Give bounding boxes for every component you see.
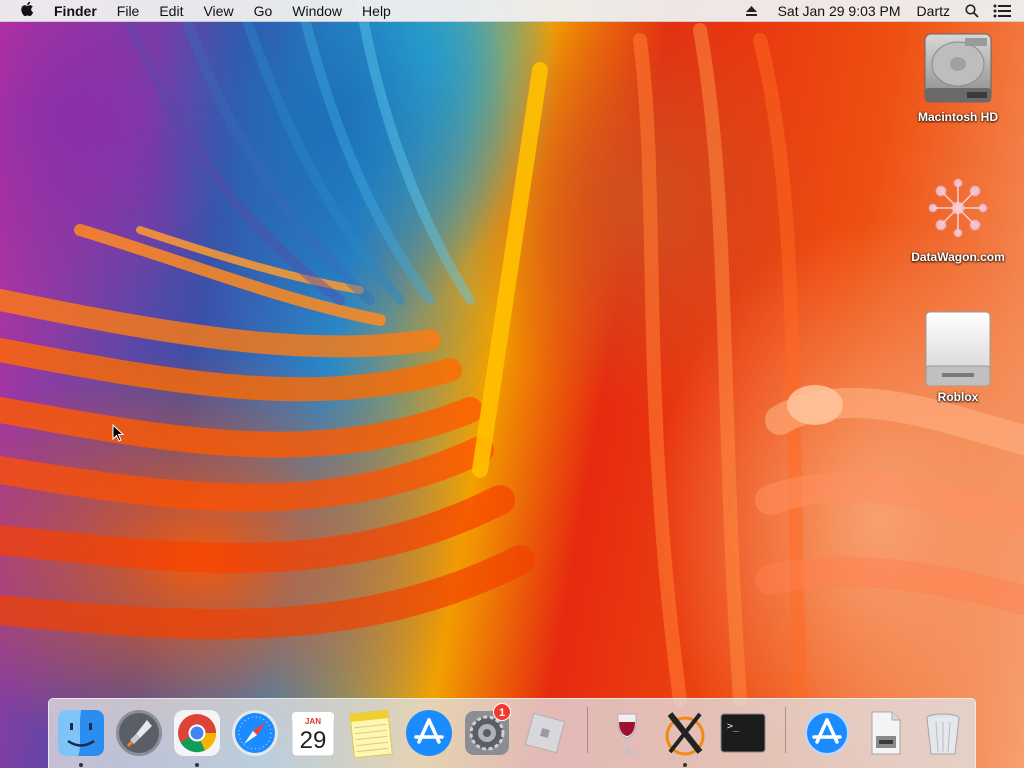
- mouse-cursor-icon: [112, 423, 125, 447]
- running-indicator: [195, 763, 199, 767]
- dock-app-launchpad[interactable]: [113, 707, 165, 759]
- dock-app-system-preferences[interactable]: 1: [461, 703, 513, 759]
- menu-window[interactable]: Window: [282, 0, 352, 22]
- dock-trash[interactable]: [917, 707, 969, 759]
- desktop-wallpaper: [0, 0, 1024, 768]
- dock-folder-applications[interactable]: [801, 707, 853, 759]
- removable-disk-icon: [920, 310, 996, 386]
- terminal-prompt: >_: [727, 721, 740, 732]
- notification-badge: 1: [493, 703, 511, 721]
- terminal-icon: [720, 713, 766, 753]
- menu-user[interactable]: Dartz: [911, 0, 956, 22]
- wallpaper-waves: [0, 0, 1024, 707]
- dock-app-notes[interactable]: [345, 707, 397, 759]
- menu-clock[interactable]: Sat Jan 29 9:03 PM: [772, 0, 907, 22]
- apple-logo-icon: [20, 1, 34, 20]
- dock: JAN 29 1 >_: [48, 698, 976, 768]
- menu-bar: Finder File Edit View Go Window Help Sat…: [0, 0, 1024, 22]
- finder-icon: [58, 710, 104, 756]
- roblox-icon: [524, 712, 566, 754]
- dock-separator: [587, 707, 588, 753]
- desktop-icon-label: DataWagon.com: [911, 250, 1005, 264]
- dock-app-calendar[interactable]: JAN 29: [287, 707, 339, 759]
- dock-app-x11[interactable]: [659, 707, 711, 767]
- desktop-icon-roblox[interactable]: Roblox: [903, 310, 1013, 406]
- running-indicator: [683, 763, 687, 767]
- app-store-icon: [406, 710, 452, 756]
- notes-icon: [349, 709, 393, 758]
- menu-go[interactable]: Go: [244, 0, 283, 22]
- x11-icon: [665, 712, 705, 756]
- applications-folder-icon: [805, 711, 849, 755]
- running-indicator: [79, 763, 83, 767]
- dock-app-chrome[interactable]: [171, 707, 223, 767]
- dock-app-safari[interactable]: [229, 707, 281, 759]
- dock-app-roblox[interactable]: [519, 707, 571, 759]
- dock-app-finder[interactable]: [55, 707, 107, 767]
- menu-view[interactable]: View: [193, 0, 243, 22]
- datawagon-icon: [920, 170, 996, 246]
- menu-help[interactable]: Help: [352, 0, 401, 22]
- calendar-month: JAN: [304, 717, 321, 726]
- menu-edit[interactable]: Edit: [149, 0, 193, 22]
- notification-center-icon[interactable]: [990, 0, 1014, 22]
- spotlight-search-icon[interactable]: [960, 0, 984, 22]
- wine-icon: [617, 713, 637, 754]
- chrome-icon: [174, 710, 220, 756]
- desktop-icon-macintosh-hd[interactable]: Macintosh HD: [903, 30, 1013, 126]
- trash-icon: [926, 713, 960, 755]
- dock-app-wine[interactable]: [601, 707, 653, 759]
- dock-app-terminal[interactable]: >_: [717, 707, 769, 759]
- hard-drive-icon: [920, 30, 996, 106]
- desktop-icon-datawagon[interactable]: DataWagon.com: [903, 170, 1013, 266]
- apple-menu[interactable]: [0, 0, 44, 22]
- safari-icon: [232, 710, 278, 756]
- menu-app-finder[interactable]: Finder: [44, 0, 107, 22]
- dock-stack-documents[interactable]: [859, 707, 911, 759]
- desktop-icon-label: Macintosh HD: [917, 110, 998, 124]
- dock-separator: [785, 707, 786, 753]
- eject-icon[interactable]: [740, 0, 764, 22]
- menu-file[interactable]: File: [107, 0, 150, 22]
- desktop-icon-label: Roblox: [937, 390, 979, 404]
- launchpad-icon: [116, 710, 162, 756]
- dock-app-app-store[interactable]: [403, 707, 455, 759]
- document-stack-icon: [871, 711, 901, 755]
- calendar-day: 29: [299, 727, 327, 754]
